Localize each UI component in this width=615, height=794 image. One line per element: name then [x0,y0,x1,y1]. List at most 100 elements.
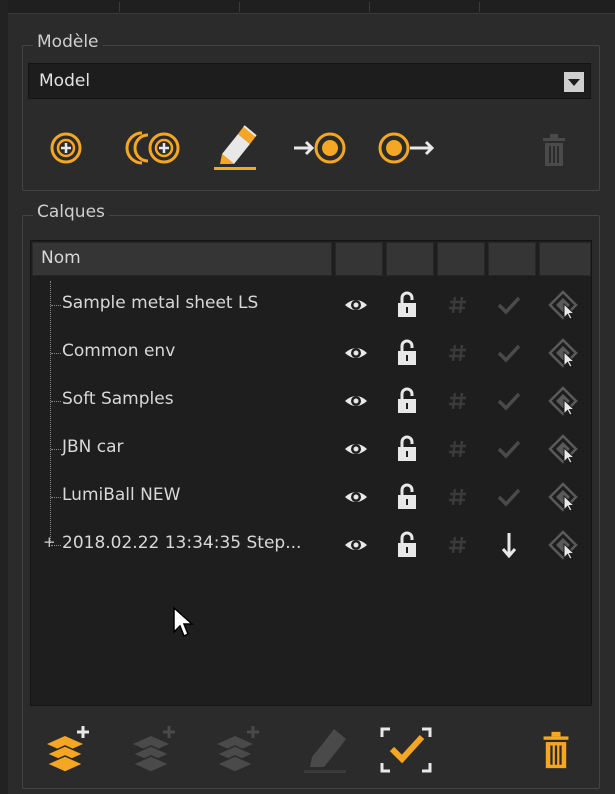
select-target-toggle[interactable] [543,285,583,325]
visibility-toggle[interactable] [336,285,376,325]
lock-toggle[interactable] [387,525,427,565]
tree-connector [51,497,61,498]
select-check-button[interactable] [376,722,436,778]
lock-toggle[interactable] [387,381,427,421]
import-model-button[interactable] [290,130,350,166]
add-layer-group-button[interactable] [210,722,268,778]
unlocked-icon [398,339,416,365]
visibility-toggle[interactable] [336,333,376,373]
unlocked-icon [398,483,416,509]
select-target-toggle[interactable] [543,381,583,421]
layer-row[interactable]: LumiBall NEW [31,473,591,521]
state-toggle[interactable] [489,333,529,373]
unlocked-icon [398,387,416,413]
column-header-select[interactable] [539,242,591,276]
tree-connector [51,401,61,402]
chevron-down-icon[interactable] [564,72,584,92]
lock-toggle[interactable] [387,333,427,373]
layer-name: 2018.02.22 13:34:35 Step... [62,533,302,553]
hash-icon [449,392,466,410]
column-header-visibility[interactable] [335,242,383,276]
add-variant-button[interactable] [122,128,184,168]
checkmark-icon [497,392,521,411]
state-toggle[interactable] [489,525,529,565]
modele-title: Modèle [33,32,103,52]
lock-toggle[interactable] [387,429,427,469]
select-target-toggle[interactable] [543,525,583,565]
select-target-toggle[interactable] [543,429,583,469]
select-target-icon [548,530,578,560]
select-target-icon [548,290,578,320]
add-layer-icon [45,726,89,773]
select-check-icon [380,727,432,773]
visibility-toggle[interactable] [336,525,376,565]
layer-list[interactable]: Nom Sample metal sheet LS Common env Sof… [30,240,592,706]
select-target-toggle[interactable] [543,333,583,373]
hash-toggle[interactable] [438,525,478,565]
eye-icon [345,444,367,454]
model-select-value: Model [39,71,91,91]
add-layer-button[interactable] [40,722,98,778]
delete-layer-button[interactable] [536,722,576,778]
edit-layer-icon [304,729,346,773]
layer-row[interactable]: JBN car [31,425,591,473]
tree-connector [51,353,61,354]
hash-toggle[interactable] [438,285,478,325]
unlocked-icon [398,291,416,317]
unlocked-icon [398,435,416,461]
layer-row[interactable]: 2018.02.22 13:34:35 Step... + [31,521,591,569]
column-header-label: Nom [41,248,81,268]
hash-toggle[interactable] [438,477,478,517]
lock-toggle[interactable] [387,285,427,325]
edit-layer-button[interactable] [298,722,354,778]
select-target-icon [548,434,578,464]
column-header-name[interactable]: Nom [32,242,332,276]
delete-model-button[interactable] [538,130,570,170]
layer-name: Sample metal sheet LS [62,293,259,313]
state-toggle[interactable] [489,381,529,421]
model-select[interactable]: Model [28,63,591,99]
eye-icon [345,348,367,358]
layer-row[interactable]: Soft Samples [31,377,591,425]
hash-toggle[interactable] [438,381,478,421]
hash-icon [449,296,466,314]
hash-toggle[interactable] [438,429,478,469]
unlocked-icon [398,531,416,557]
mouse-cursor-icon [172,606,196,645]
visibility-toggle[interactable] [336,381,376,421]
layer-row[interactable]: Common env [31,329,591,377]
add-sublayer-button[interactable] [126,722,184,778]
hash-toggle[interactable] [438,333,478,373]
add-layer-group-icon [215,726,259,773]
column-header-hash[interactable] [437,242,485,276]
select-target-icon [548,338,578,368]
expand-toggle[interactable]: + [43,533,56,551]
edit-model-button[interactable] [210,122,262,172]
add-model-button[interactable] [48,130,84,166]
export-model-button[interactable] [376,130,438,166]
state-toggle[interactable] [489,285,529,325]
hash-icon [449,536,466,554]
add-sublayer-icon [131,726,175,773]
add-variant-icon [125,131,180,165]
layer-name: LumiBall NEW [62,485,181,505]
select-target-icon [548,482,578,512]
hash-icon [449,488,466,506]
state-toggle[interactable] [489,429,529,469]
lock-toggle[interactable] [387,477,427,517]
visibility-toggle[interactable] [336,477,376,517]
eye-icon [345,492,367,502]
edit-model-icon [214,125,257,170]
select-target-toggle[interactable] [543,477,583,517]
layer-row[interactable]: Sample metal sheet LS [31,281,591,329]
hash-icon [449,440,466,458]
import-model-icon [294,132,346,164]
top-strip [0,0,615,14]
checkmark-icon [497,296,521,315]
left-edge [0,0,8,794]
column-header-lock[interactable] [386,242,434,276]
state-toggle[interactable] [489,477,529,517]
column-header-check[interactable] [488,242,536,276]
eye-icon [345,540,367,550]
visibility-toggle[interactable] [336,429,376,469]
